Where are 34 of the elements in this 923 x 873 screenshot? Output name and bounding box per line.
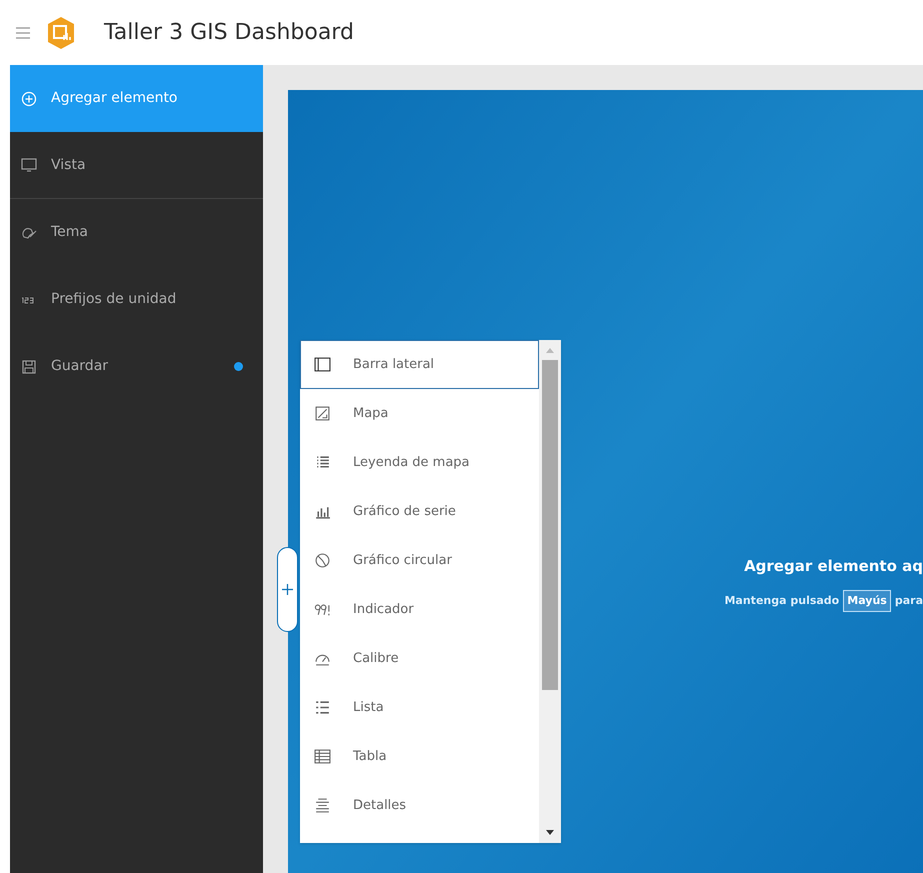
plus-icon: [21, 90, 37, 106]
sidebar-item[interactable]: Tema: [10, 199, 263, 266]
pie-icon: [314, 552, 331, 569]
save-icon: [21, 358, 37, 374]
table-icon: [314, 748, 331, 765]
element-menu-item[interactable]: Tabla: [300, 732, 539, 781]
element-menu-item[interactable]: Lista: [300, 683, 539, 732]
app-title: Taller 3 GIS Dashboard: [104, 19, 354, 47]
element-menu-item[interactable]: Gráfico circular: [300, 536, 539, 585]
dashboard-logo-icon: [46, 16, 76, 50]
element-menu-item[interactable]: Detalles: [300, 781, 539, 830]
sidebar-item[interactable]: Agregar elemento: [10, 65, 263, 132]
hint-text: Mantenga pulsado: [724, 592, 840, 608]
sidebar-item[interactable]: Prefijos de unidad: [10, 266, 263, 333]
map-icon: [314, 405, 331, 422]
scrollbar[interactable]: [539, 340, 561, 843]
element-menu-item[interactable]: Barra lateral: [300, 340, 539, 389]
element-menu-item[interactable]: Calibre: [300, 634, 539, 683]
add-element-handle[interactable]: [277, 547, 298, 632]
monitor-icon: [21, 157, 37, 173]
drop-title: Agregar elemento aq: [744, 556, 923, 577]
scroll-thumb[interactable]: [542, 360, 558, 690]
sidebar-icon: [314, 356, 331, 373]
shift-key: Mayús: [843, 590, 891, 612]
hint-text: para: [894, 592, 923, 608]
plus-icon: [282, 584, 293, 595]
sidebar-item[interactable]: Guardar: [10, 333, 263, 400]
element-menu-item[interactable]: Gráfico de serie: [300, 487, 539, 536]
element-menu-item[interactable]: Leyenda de mapa: [300, 438, 539, 487]
menu-icon[interactable]: [16, 26, 30, 38]
list-icon: [314, 699, 331, 716]
element-menu-item[interactable]: Mapa: [300, 389, 539, 438]
details-icon: [314, 797, 331, 814]
element-menu-item[interactable]: Indicador: [300, 585, 539, 634]
